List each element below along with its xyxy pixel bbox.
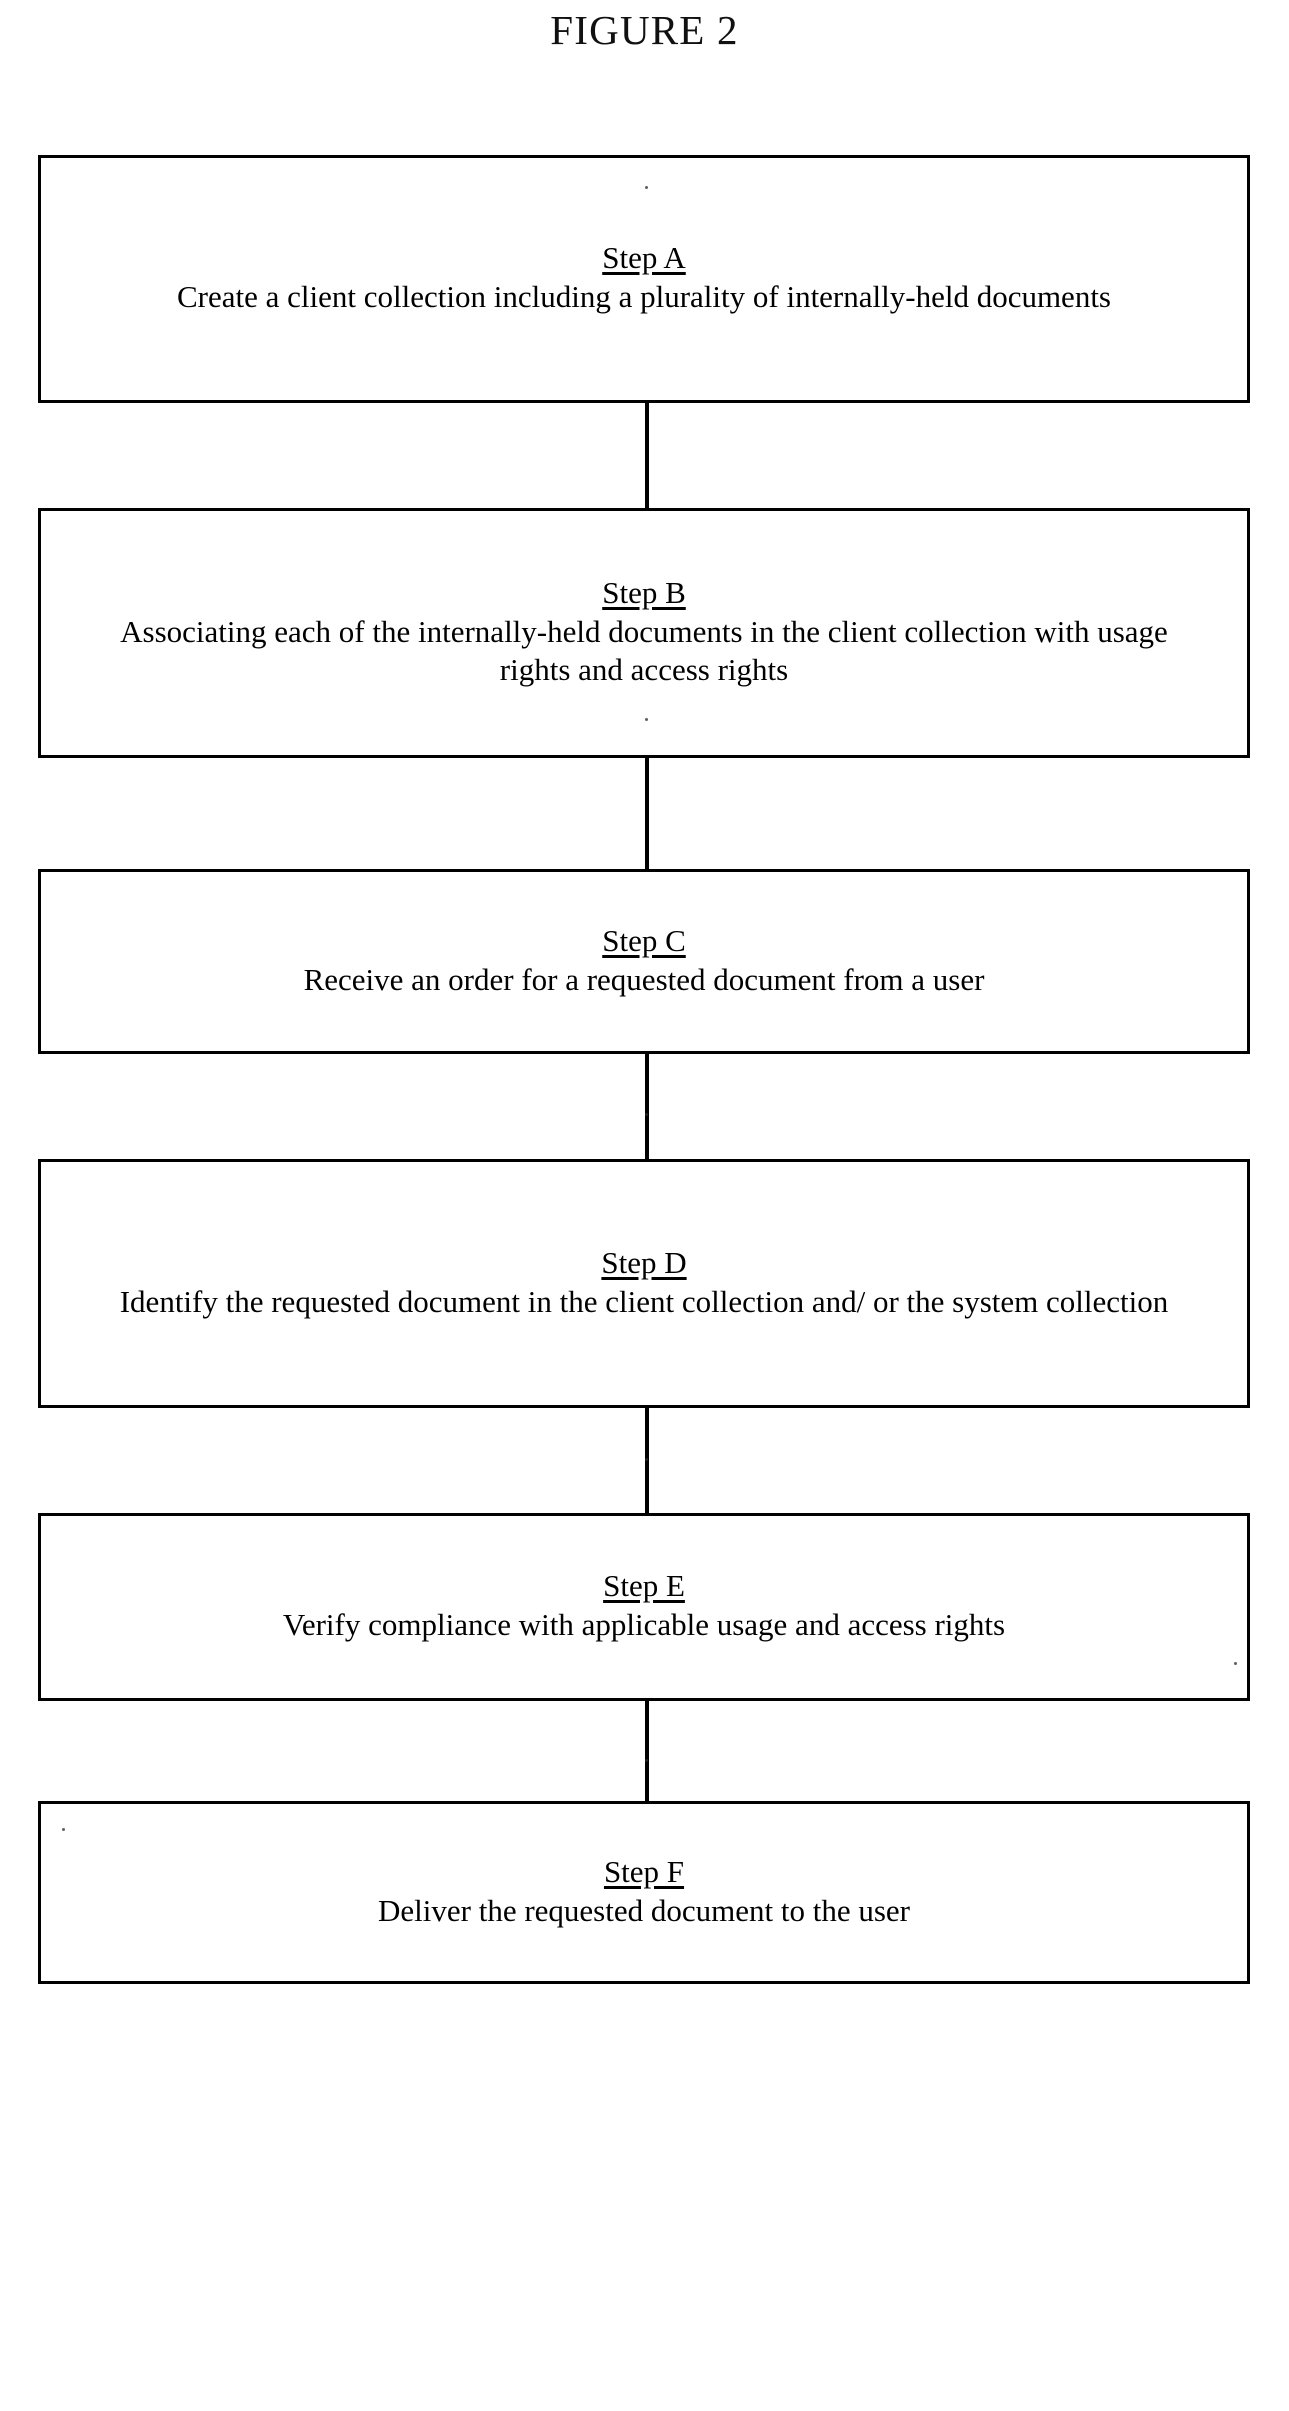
- step-box-b: Step B Associating each of the internall…: [38, 508, 1250, 758]
- step-text-e: Verify compliance with applicable usage …: [282, 1607, 1006, 1643]
- step-label-c: Step C: [602, 922, 686, 958]
- step-box-f: Step F Deliver the requested document to…: [38, 1801, 1250, 1984]
- step-label-f: Step F: [603, 1853, 685, 1889]
- step-label-b: Step B: [602, 575, 686, 611]
- step-text-b: Associating each of the internally-held …: [120, 613, 1168, 688]
- connector-c-to-d: [645, 1051, 649, 1162]
- step-label-e: Step E: [603, 1568, 685, 1604]
- scan-speck: [62, 1828, 65, 1831]
- scan-speck: [1234, 1662, 1237, 1665]
- step-box-d: Step D Identify the requested document i…: [38, 1159, 1250, 1408]
- connector-e-to-f: [645, 1698, 649, 1804]
- step-box-e: Step E Verify compliance with applicable…: [38, 1513, 1250, 1701]
- step-box-a: Step A Create a client collection includ…: [38, 155, 1250, 403]
- scan-speck: [645, 1113, 648, 1116]
- scan-speck: [645, 1759, 648, 1762]
- step-box-c: Step C Receive an order for a requested …: [38, 869, 1250, 1054]
- step-text-c: Receive an order for a requested documen…: [303, 961, 985, 997]
- step-text-a: Create a client collection including a p…: [177, 279, 1111, 315]
- step-label-a: Step A: [602, 240, 686, 276]
- flowchart-diagram: Step A Create a client collection includ…: [0, 0, 1289, 2411]
- connector-b-to-c: [645, 755, 649, 872]
- connector-a-to-b: [645, 400, 649, 511]
- scan-speck: [645, 186, 648, 189]
- step-label-d: Step D: [601, 1244, 687, 1280]
- step-text-d: Identify the requested document in the c…: [119, 1283, 1169, 1319]
- scan-speck: [645, 1458, 648, 1461]
- step-text-f: Deliver the requested document to the us…: [378, 1892, 910, 1928]
- scan-speck: [645, 718, 648, 721]
